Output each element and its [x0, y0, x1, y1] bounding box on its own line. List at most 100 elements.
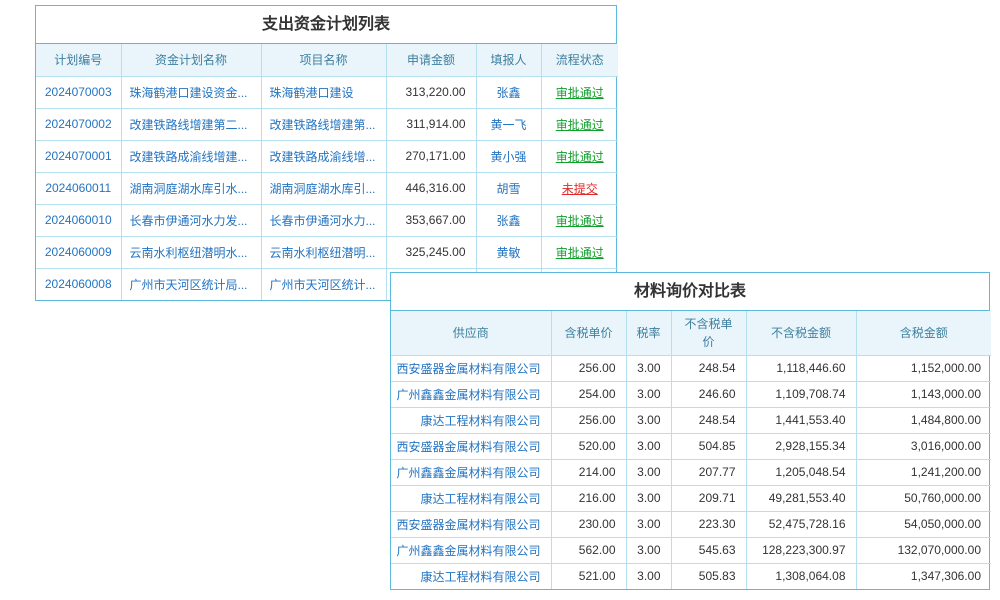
- material-cell-price-excl-tax: 223.30: [671, 511, 746, 537]
- expense-table-body: 2024070003珠海鹤港口建设资金...珠海鹤港口建设313,220.00张…: [36, 76, 618, 300]
- material-cell-tax-rate: 3.00: [626, 511, 671, 537]
- material-cell-tax-rate: 3.00: [626, 459, 671, 485]
- expense-cell-plan-id[interactable]: 2024060008: [36, 268, 121, 300]
- material-table-row: 广州鑫鑫金属材料有限公司214.003.00207.771,205,048.54…: [391, 459, 991, 485]
- material-table-row: 康达工程材料有限公司521.003.00505.831,308,064.081,…: [391, 563, 991, 589]
- expense-table-row: 2024070003珠海鹤港口建设资金...珠海鹤港口建设313,220.00张…: [36, 76, 618, 108]
- material-cell-amount-excl-tax: 2,928,155.34: [746, 433, 856, 459]
- material-table-row: 康达工程材料有限公司216.003.00209.7149,281,553.405…: [391, 485, 991, 511]
- expense-cell-project-name[interactable]: 长春市伊通河水力...: [261, 204, 386, 236]
- expense-cell-plan-id[interactable]: 2024070002: [36, 108, 121, 140]
- material-cell-amount-incl-tax: 1,143,000.00: [856, 381, 991, 407]
- material-cell-amount-excl-tax: 1,308,064.08: [746, 563, 856, 589]
- material-cell-supplier[interactable]: 广州鑫鑫金属材料有限公司: [391, 537, 551, 563]
- expense-cell-plan-id[interactable]: 2024060009: [36, 236, 121, 268]
- expense-cell-project-name[interactable]: 珠海鹤港口建设: [261, 76, 386, 108]
- material-cell-amount-incl-tax: 1,152,000.00: [856, 355, 991, 381]
- material-table-row: 广州鑫鑫金属材料有限公司254.003.00246.601,109,708.74…: [391, 381, 991, 407]
- material-cell-amount-excl-tax: 52,475,728.16: [746, 511, 856, 537]
- material-cell-amount-incl-tax: 3,016,000.00: [856, 433, 991, 459]
- expense-col-plan-id: 计划编号: [36, 44, 121, 76]
- material-col-price-excl-tax: 不含税单价: [671, 311, 746, 355]
- expense-cell-apply-amount: 270,171.00: [386, 140, 476, 172]
- expense-plan-table: 计划编号资金计划名称项目名称申请金额填报人流程状态 2024070003珠海鹤港…: [36, 44, 618, 300]
- expense-table-row: 2024070001改建铁路成渝线增建...改建铁路成渝线增...270,171…: [36, 140, 618, 172]
- expense-table-row: 2024060009云南水利枢纽潜明水...云南水利枢纽潜明...325,245…: [36, 236, 618, 268]
- expense-col-apply-amount: 申请金额: [386, 44, 476, 76]
- material-table-row: 西安盛器金属材料有限公司256.003.00248.541,118,446.60…: [391, 355, 991, 381]
- expense-cell-plan-name[interactable]: 长春市伊通河水力发...: [121, 204, 261, 236]
- material-cell-tax-rate: 3.00: [626, 355, 671, 381]
- expense-cell-status[interactable]: 未提交: [541, 172, 618, 204]
- expense-cell-status[interactable]: 审批通过: [541, 76, 618, 108]
- expense-plan-panel: 支出资金计划列表 计划编号资金计划名称项目名称申请金额填报人流程状态 20240…: [35, 5, 617, 301]
- expense-cell-project-name[interactable]: 湖南洞庭湖水库引...: [261, 172, 386, 204]
- expense-cell-project-name[interactable]: 改建铁路成渝线增...: [261, 140, 386, 172]
- expense-cell-plan-name[interactable]: 广州市天河区统计局...: [121, 268, 261, 300]
- material-cell-price-excl-tax: 505.83: [671, 563, 746, 589]
- expense-cell-filler[interactable]: 黄小强: [476, 140, 541, 172]
- expense-table-row: 2024070002改建铁路线增建第二...改建铁路线增建第...311,914…: [36, 108, 618, 140]
- material-cell-price-incl-tax: 256.00: [551, 407, 626, 433]
- expense-cell-plan-id[interactable]: 2024070001: [36, 140, 121, 172]
- expense-cell-apply-amount: 325,245.00: [386, 236, 476, 268]
- expense-cell-status[interactable]: 审批通过: [541, 140, 618, 172]
- material-cell-price-incl-tax: 520.00: [551, 433, 626, 459]
- expense-cell-filler[interactable]: 张鑫: [476, 76, 541, 108]
- material-cell-price-excl-tax: 248.54: [671, 355, 746, 381]
- material-col-amount-incl-tax: 含税金额: [856, 311, 991, 355]
- expense-cell-status[interactable]: 审批通过: [541, 108, 618, 140]
- expense-cell-filler[interactable]: 张鑫: [476, 204, 541, 236]
- material-cell-amount-incl-tax: 1,241,200.00: [856, 459, 991, 485]
- material-table-row: 广州鑫鑫金属材料有限公司562.003.00545.63128,223,300.…: [391, 537, 991, 563]
- material-cell-tax-rate: 3.00: [626, 433, 671, 459]
- material-cell-price-excl-tax: 207.77: [671, 459, 746, 485]
- material-cell-price-incl-tax: 214.00: [551, 459, 626, 485]
- expense-cell-apply-amount: 311,914.00: [386, 108, 476, 140]
- expense-cell-plan-name[interactable]: 云南水利枢纽潜明水...: [121, 236, 261, 268]
- expense-cell-apply-amount: 313,220.00: [386, 76, 476, 108]
- expense-cell-status[interactable]: 审批通过: [541, 236, 618, 268]
- expense-cell-filler[interactable]: 黄敏: [476, 236, 541, 268]
- expense-cell-plan-name[interactable]: 改建铁路线增建第二...: [121, 108, 261, 140]
- material-cell-tax-rate: 3.00: [626, 381, 671, 407]
- material-cell-supplier[interactable]: 西安盛器金属材料有限公司: [391, 433, 551, 459]
- material-cell-tax-rate: 3.00: [626, 407, 671, 433]
- material-cell-price-excl-tax: 246.60: [671, 381, 746, 407]
- expense-table-row: 2024060011湖南洞庭湖水库引水...湖南洞庭湖水库引...446,316…: [36, 172, 618, 204]
- expense-cell-filler[interactable]: 黄一飞: [476, 108, 541, 140]
- material-inquiry-title: 材料询价对比表: [391, 273, 989, 311]
- expense-header-row: 计划编号资金计划名称项目名称申请金额填报人流程状态: [36, 44, 618, 76]
- expense-cell-plan-name[interactable]: 改建铁路成渝线增建...: [121, 140, 261, 172]
- material-cell-supplier[interactable]: 广州鑫鑫金属材料有限公司: [391, 459, 551, 485]
- expense-cell-filler[interactable]: 胡雪: [476, 172, 541, 204]
- material-cell-supplier[interactable]: 康达工程材料有限公司: [391, 407, 551, 433]
- material-cell-price-excl-tax: 248.54: [671, 407, 746, 433]
- expense-cell-project-name[interactable]: 云南水利枢纽潜明...: [261, 236, 386, 268]
- material-col-price-incl-tax: 含税单价: [551, 311, 626, 355]
- material-table-row: 西安盛器金属材料有限公司520.003.00504.852,928,155.34…: [391, 433, 991, 459]
- material-cell-supplier[interactable]: 西安盛器金属材料有限公司: [391, 355, 551, 381]
- expense-cell-plan-id[interactable]: 2024060010: [36, 204, 121, 236]
- expense-cell-project-name[interactable]: 广州市天河区统计...: [261, 268, 386, 300]
- expense-cell-plan-id[interactable]: 2024070003: [36, 76, 121, 108]
- expense-cell-status[interactable]: 审批通过: [541, 204, 618, 236]
- expense-cell-plan-name[interactable]: 珠海鹤港口建设资金...: [121, 76, 261, 108]
- expense-cell-plan-name[interactable]: 湖南洞庭湖水库引水...: [121, 172, 261, 204]
- expense-cell-project-name[interactable]: 改建铁路线增建第...: [261, 108, 386, 140]
- material-cell-amount-excl-tax: 1,109,708.74: [746, 381, 856, 407]
- material-cell-amount-incl-tax: 1,347,306.00: [856, 563, 991, 589]
- material-cell-amount-incl-tax: 132,070,000.00: [856, 537, 991, 563]
- material-cell-supplier[interactable]: 西安盛器金属材料有限公司: [391, 511, 551, 537]
- material-cell-supplier[interactable]: 广州鑫鑫金属材料有限公司: [391, 381, 551, 407]
- material-col-amount-excl-tax: 不含税金额: [746, 311, 856, 355]
- expense-col-project-name: 项目名称: [261, 44, 386, 76]
- material-cell-tax-rate: 3.00: [626, 563, 671, 589]
- material-cell-supplier[interactable]: 康达工程材料有限公司: [391, 485, 551, 511]
- material-cell-supplier[interactable]: 康达工程材料有限公司: [391, 563, 551, 589]
- material-col-supplier: 供应商: [391, 311, 551, 355]
- material-cell-amount-excl-tax: 128,223,300.97: [746, 537, 856, 563]
- expense-col-plan-name: 资金计划名称: [121, 44, 261, 76]
- expense-col-filler: 填报人: [476, 44, 541, 76]
- expense-cell-plan-id[interactable]: 2024060011: [36, 172, 121, 204]
